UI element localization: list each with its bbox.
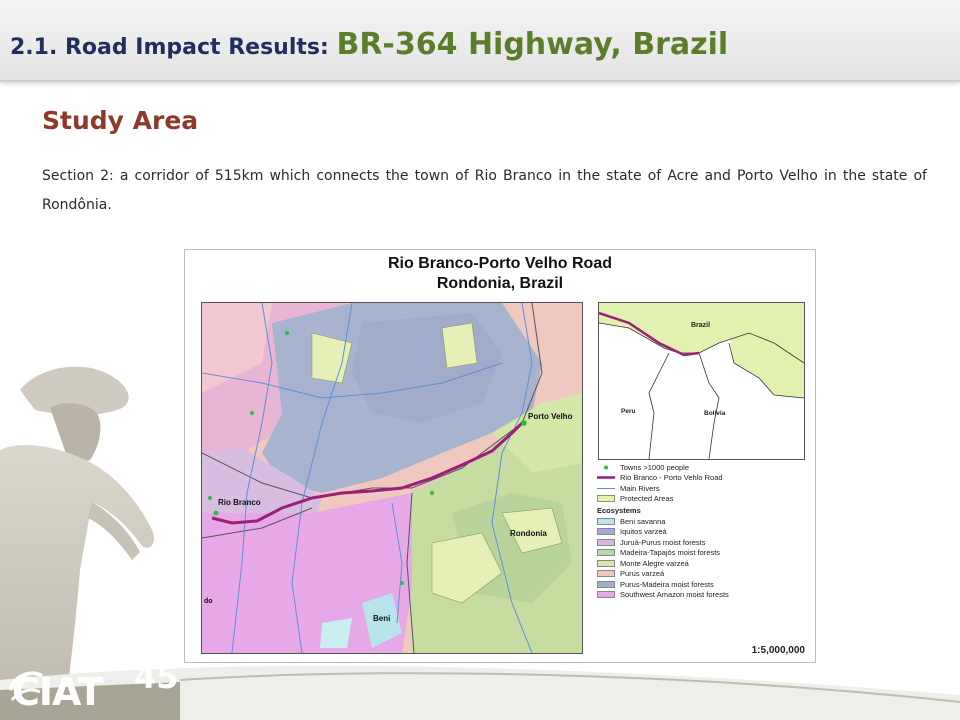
legend-ecosystem-item: Iquitos varzeá (597, 527, 807, 538)
legend-road: Rio Branco - Porto Vehlo Road (597, 473, 807, 484)
legend-ecosystem-label: Juruá-Purus moist forests (620, 537, 706, 547)
legend-ecosystem-item: Madeira-Tapajós moist forests (597, 548, 807, 559)
legend-ecosystems-heading: Ecosystems (597, 506, 641, 515)
ecosystem-swatch-icon (597, 591, 615, 599)
legend-ecosystem-item: Southwest Amazon moist forests (597, 590, 807, 601)
legend-towns-label: Towns >1000 people (620, 462, 690, 472)
legend-ecosystem-label: Purus varzeá (620, 569, 665, 579)
map-title-line2: Rondonia, Brazil (436, 275, 564, 292)
legend-ecosystem-label: Purus-Madeira moist forests (620, 579, 714, 589)
ecosystem-swatch-icon (597, 570, 615, 578)
legend-ecosystem-item: Monte Alegre varzeá (597, 558, 807, 569)
ecosystem-swatch-icon (597, 528, 615, 536)
inset-label-bolivia: Bolivia (704, 410, 726, 417)
ecosystem-swatch-icon (597, 538, 615, 546)
inset-map: Brazil Peru Bolivia (598, 302, 805, 460)
legend-ecosystem-label: Beni savanna (620, 516, 666, 526)
legend-protected-label: Protected Areas (620, 494, 674, 504)
label-rio-branco: Rio Branco (218, 498, 261, 507)
section-heading: Study Area (42, 106, 199, 135)
protected-area-icon (597, 495, 615, 503)
main-map: Rio Branco Porto Velho Rondonia Beni do (201, 302, 583, 654)
legend-towns: Towns >1000 people (597, 462, 807, 473)
inset-label-peru: Peru (621, 408, 635, 415)
inset-label-brazil: Brazil (691, 322, 710, 329)
legend-ecosystem-item: Beni savanna (597, 516, 807, 527)
header-bar: 2.1. Road Impact Results: BR-364 Highway… (0, 0, 960, 82)
legend-protected: Protected Areas (597, 494, 807, 505)
label-rondonia: Rondonia (510, 529, 547, 538)
logo-number: 45 (134, 658, 179, 696)
page-title: 2.1. Road Impact Results: BR-364 Highway… (10, 24, 728, 62)
legend-road-label: Rio Branco - Porto Vehlo Road (620, 473, 723, 483)
title-main: BR-364 Highway, Brazil (336, 27, 729, 62)
ecosystem-swatch-icon (597, 580, 615, 588)
section-text: Section 2: a corridor of 515km which con… (42, 168, 927, 213)
legend-ecosystem-item: Juruá-Purus moist forests (597, 537, 807, 548)
road-line-icon (597, 474, 615, 481)
legend-ecosystem-label: Southwest Amazon moist forests (620, 590, 729, 600)
legend-ecosystem-item: Purus-Madeira moist forests (597, 579, 807, 590)
map-title-line1: Rio Branco-Porto Velho Road (387, 255, 612, 272)
label-porto-velho: Porto Velho (528, 412, 573, 421)
legend-ecosystem-label: Iquitos varzeá (620, 527, 667, 537)
label-beni: Beni (373, 614, 390, 623)
ecosystem-swatch-icon (597, 559, 615, 567)
legend-rivers: Main Rivers (597, 483, 807, 494)
logo-text: CIAT (12, 670, 103, 714)
label-do: do (204, 598, 213, 605)
town-dot-icon (597, 464, 615, 471)
title-prefix: 2.1. Road Impact Results: (10, 35, 337, 60)
legend-ecosystem-label: Madeira-Tapajós moist forests (620, 548, 721, 558)
legend-ecosystems-list: Beni savanna Iquitos varzeá Juruá-Purus mo… (597, 516, 807, 600)
ecosystem-swatch-icon (597, 517, 615, 525)
legend-rivers-label: Main Rivers (620, 483, 660, 493)
legend-ecosystem-label: Monte Alegre varzeá (620, 558, 689, 568)
ecosystem-swatch-icon (597, 549, 615, 557)
legend-ecosystem-item: Purus varzeá (597, 569, 807, 580)
map-legend: Towns >1000 people Rio Branco - Porto Ve… (597, 462, 807, 600)
map-figure: Rio Branco-Porto Velho Road Rondonia, Br… (184, 249, 816, 663)
map-scale: 1:5,000,000 (751, 645, 805, 656)
map-title: Rio Branco-Porto Velho Road Rondonia, Br… (185, 254, 815, 294)
river-line-icon (597, 485, 615, 492)
